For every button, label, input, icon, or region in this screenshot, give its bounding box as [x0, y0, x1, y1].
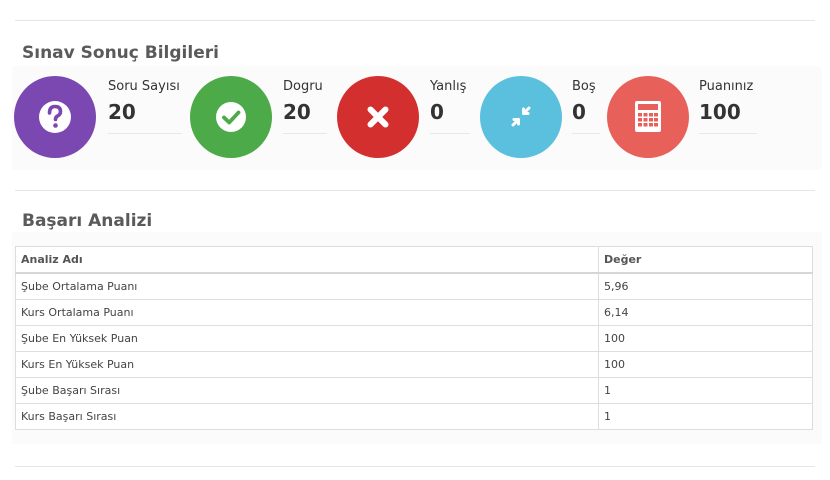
row-name: Kurs Ortalama Puanı [15, 299, 599, 326]
stat-circle-questions [14, 76, 96, 158]
row-value: 6,14 [598, 299, 813, 326]
row-value: 1 [598, 403, 813, 430]
row-name: Kurs En Yüksek Puan [15, 351, 599, 378]
table-row: Kurs En Yüksek Puan 100 [15, 351, 813, 378]
analysis-table: Analiz Adı Değer Şube Ortalama Puanı 5,9… [15, 246, 813, 430]
table-row: Şube Başarı Sırası 1 [15, 377, 813, 404]
close-icon [367, 106, 389, 128]
row-name: Şube Başarı Sırası [15, 377, 599, 404]
stat-underline [283, 133, 327, 134]
check-icon [216, 102, 246, 132]
stat-underline [572, 133, 600, 134]
stat-correct: Dogru 20 [190, 76, 330, 160]
stat-label: Yanlış [430, 79, 467, 94]
analysis-panel: Analiz Adı Değer Şube Ortalama Puanı 5,9… [12, 232, 822, 444]
calculator-icon [635, 101, 661, 132]
compress-icon [511, 106, 531, 127]
stat-empty: Boş 0 [480, 76, 610, 160]
stat-label: Soru Sayısı [108, 79, 180, 94]
row-name: Şube En Yüksek Puan [15, 325, 599, 352]
stat-value: 20 [108, 100, 136, 124]
stat-label: Boş [572, 79, 596, 94]
stat-circle-wrong [337, 76, 419, 158]
stat-value: 0 [430, 100, 444, 124]
row-value: 100 [598, 351, 813, 378]
stat-underline [108, 133, 182, 134]
table-header-row: Analiz Adı Değer [15, 246, 813, 274]
column-header-name: Analiz Adı [15, 246, 599, 274]
table-row: Şube En Yüksek Puan 100 [15, 325, 813, 352]
stat-circle-empty [480, 76, 562, 158]
stat-question-count: Soru Sayısı 20 [14, 76, 184, 160]
stat-wrong: Yanlış 0 [337, 76, 477, 160]
top-divider [15, 20, 815, 21]
stat-score: Puanınız 100 [607, 76, 777, 160]
stat-label: Dogru [283, 79, 323, 94]
stat-underline [699, 133, 757, 134]
stat-label: Puanınız [699, 79, 754, 94]
row-name: Şube Ortalama Puanı [15, 272, 599, 300]
table-row: Kurs Başarı Sırası 1 [15, 403, 813, 430]
stat-circle-score [607, 76, 689, 158]
row-value: 100 [598, 325, 813, 352]
stat-underline [430, 133, 470, 134]
row-value: 1 [598, 377, 813, 404]
table-row: Şube Ortalama Puanı 5,96 [15, 272, 813, 300]
stat-value: 20 [283, 100, 311, 124]
table-row: Kurs Ortalama Puanı 6,14 [15, 299, 813, 326]
stat-value: 100 [699, 100, 741, 124]
section-title-results: Sınav Sonuç Bilgileri [22, 43, 219, 63]
row-name: Kurs Başarı Sırası [15, 403, 599, 430]
column-header-value: Değer [598, 246, 813, 274]
bottom-divider [15, 466, 815, 467]
stat-circle-correct [190, 76, 272, 158]
stat-value: 0 [572, 100, 586, 124]
row-value: 5,96 [598, 272, 813, 300]
question-icon [39, 101, 71, 133]
section-title-analysis: Başarı Analizi [22, 211, 153, 231]
middle-divider [15, 190, 815, 191]
